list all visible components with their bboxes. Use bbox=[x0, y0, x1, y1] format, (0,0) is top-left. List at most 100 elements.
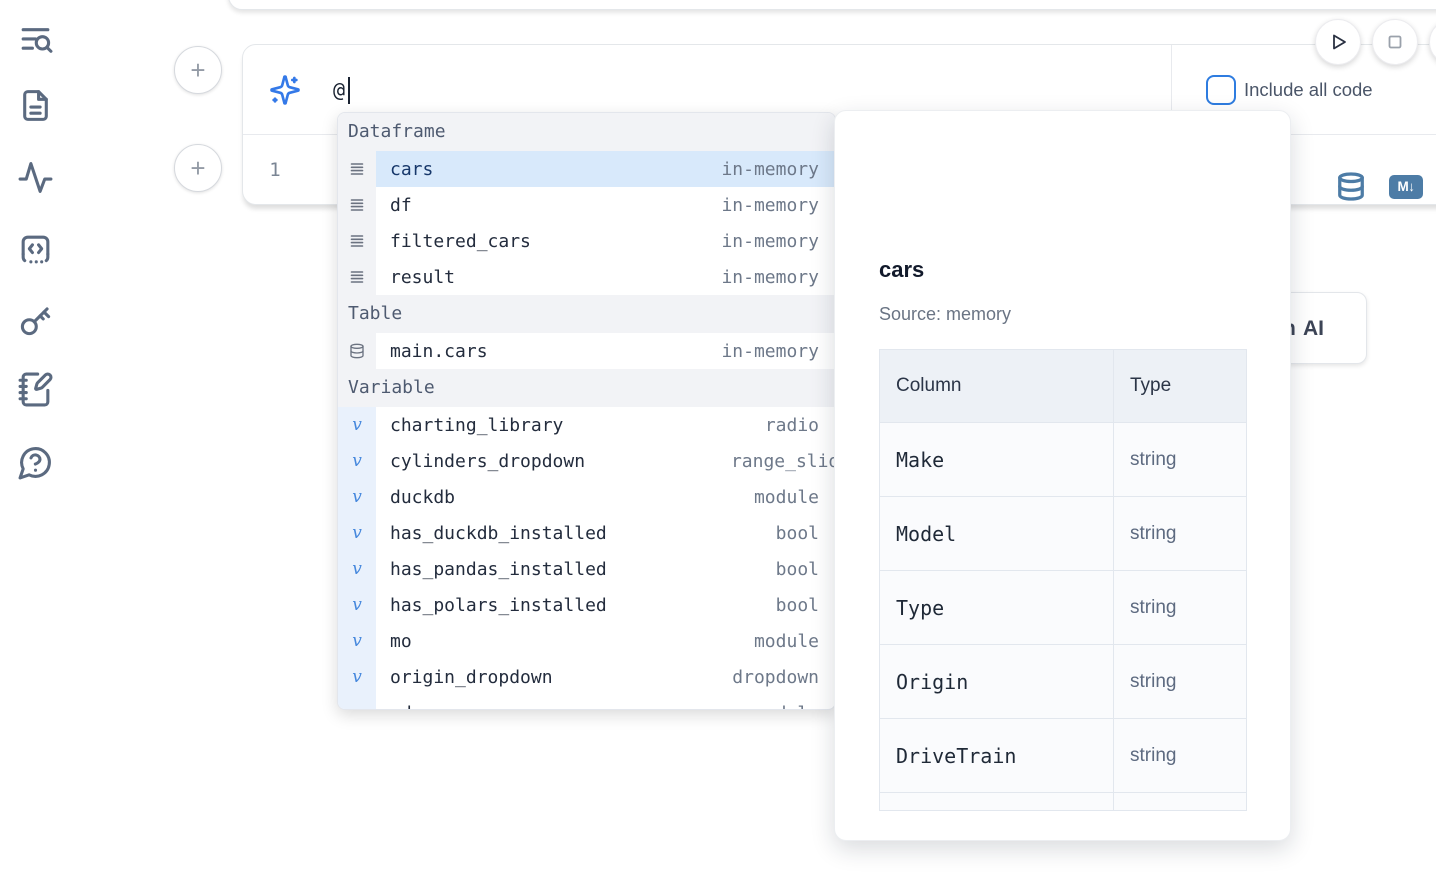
autocomplete-item-main: duckdbmodule bbox=[376, 479, 835, 515]
scratchpad-icon[interactable] bbox=[17, 371, 54, 408]
schema-column-type: string bbox=[1114, 571, 1246, 644]
run-cell-button[interactable] bbox=[1315, 19, 1361, 65]
autocomplete-item-main: cylinders_dropdownrange_slider bbox=[376, 443, 835, 479]
include-all-code-checkbox[interactable] bbox=[1206, 75, 1236, 105]
completion-name: df bbox=[390, 195, 412, 216]
schema-table-row: DriveTrainstring bbox=[880, 718, 1246, 792]
autocomplete-item-cars[interactable]: carsin-memory bbox=[338, 151, 835, 187]
play-icon bbox=[1326, 30, 1350, 54]
schema-table-row: Modelstring bbox=[880, 496, 1246, 570]
autocomplete-item-result[interactable]: result in-memory bbox=[338, 259, 835, 295]
add-cell-button-top[interactable]: + bbox=[174, 46, 222, 94]
variable-v-icon: v bbox=[338, 587, 376, 623]
schema-column-name: Make bbox=[880, 423, 1114, 496]
schema-column-name: Model bbox=[880, 497, 1114, 570]
dataframe-lines-icon bbox=[338, 223, 376, 259]
autocomplete-item-main.cars[interactable]: main.cars in-memory bbox=[338, 333, 835, 369]
completion-detail: in-memory bbox=[721, 341, 819, 362]
completion-detail: in-memory bbox=[721, 267, 819, 288]
autocomplete-item-main: origin_dropdown dropdown bbox=[376, 659, 835, 695]
code-snippet-icon[interactable] bbox=[17, 231, 54, 268]
autocomplete-item-duckdb[interactable]: vduckdbmodule bbox=[338, 479, 835, 515]
completion-name: cars bbox=[390, 159, 433, 180]
schema-column-name bbox=[880, 793, 1114, 811]
variable-v-icon: v bbox=[338, 407, 376, 443]
schema-table-row bbox=[880, 792, 1246, 811]
variable-v-icon: v bbox=[338, 443, 376, 479]
schema-column-name: Origin bbox=[880, 645, 1114, 718]
previous-cell-card bbox=[228, 0, 1436, 10]
autocomplete-item-cylinders_dropdown[interactable]: vcylinders_dropdownrange_slider bbox=[338, 443, 835, 479]
ai-button-label: AI bbox=[1303, 317, 1324, 341]
schema-table-header-type: Type bbox=[1114, 350, 1246, 422]
schema-column-type bbox=[1114, 793, 1246, 811]
autocomplete-item-filtered_cars[interactable]: filtered_cars in-memory bbox=[338, 223, 835, 259]
autocomplete-item-origin_dropdown[interactable]: vorigin_dropdowndropdown bbox=[338, 659, 835, 695]
completion-detail: radio bbox=[765, 415, 819, 436]
autocomplete-item-main: momodule bbox=[376, 623, 835, 659]
autocomplete-item-mo[interactable]: vmomodule bbox=[338, 623, 835, 659]
variable-v-icon: v bbox=[338, 695, 376, 710]
markdown-cell-icon[interactable]: M↓ bbox=[1389, 175, 1423, 199]
help-icon[interactable] bbox=[17, 444, 54, 481]
schema-column-name: Type bbox=[880, 571, 1114, 644]
dataframe-preview-popover: cars Source: memory 428 rows, 15 columns… bbox=[834, 110, 1291, 841]
autocomplete-dropdown: Dataframecarsin-memorydfin-memoryfiltere… bbox=[337, 112, 836, 710]
variable-v-icon: v bbox=[338, 551, 376, 587]
plus-icon: + bbox=[190, 153, 205, 184]
completion-detail: module bbox=[754, 487, 819, 508]
schema-column-type: string bbox=[1114, 719, 1246, 792]
completion-name: has_polars_installed bbox=[390, 595, 607, 616]
autocomplete-section-header: Variable bbox=[338, 369, 835, 407]
autocomplete-item-main: charting_library radio bbox=[376, 407, 835, 443]
completion-detail: module bbox=[754, 703, 819, 711]
schema-table-header-column: Column bbox=[880, 350, 1114, 422]
sidebar bbox=[0, 0, 70, 874]
preview-title: cars bbox=[879, 257, 924, 283]
autocomplete-section-header: Dataframe bbox=[338, 113, 835, 151]
completion-name: origin_dropdown bbox=[390, 667, 553, 688]
autocomplete-item-pd[interactable]: v pd module bbox=[338, 695, 835, 710]
completion-name: mo bbox=[390, 631, 412, 652]
autocomplete-item-charting_library[interactable]: v charting_library radio bbox=[338, 407, 835, 443]
dataframe-lines-icon bbox=[338, 187, 376, 223]
search-list-icon[interactable] bbox=[17, 22, 54, 59]
autocomplete-item-has_polars_installed[interactable]: v has_polars_installed bool bbox=[338, 587, 835, 623]
autocomplete-item-main: carsin-memory bbox=[376, 151, 835, 187]
completion-detail: bool bbox=[776, 523, 819, 544]
autocomplete-item-has_duckdb_installed[interactable]: vhas_duckdb_installedbool bbox=[338, 515, 835, 551]
sql-cell-icon[interactable] bbox=[1336, 171, 1366, 202]
autocomplete-item-df[interactable]: df in-memory bbox=[338, 187, 835, 223]
ai-sparkle-icon bbox=[269, 74, 301, 106]
schema-table-row: Originstring bbox=[880, 644, 1246, 718]
autocomplete-item-main: has_polars_installed bool bbox=[376, 587, 835, 623]
completion-detail: in-memory bbox=[721, 195, 819, 216]
stop-button[interactable] bbox=[1372, 19, 1418, 65]
autocomplete-item-has_pandas_installed[interactable]: vhas_pandas_installedbool bbox=[338, 551, 835, 587]
add-cell-button-bottom[interactable]: + bbox=[174, 144, 222, 192]
plus-icon: + bbox=[190, 55, 205, 86]
variable-v-icon: v bbox=[338, 515, 376, 551]
completion-name: filtered_cars bbox=[390, 231, 531, 252]
activity-icon[interactable] bbox=[17, 159, 54, 196]
completion-name: result bbox=[390, 267, 455, 288]
stop-icon bbox=[1383, 30, 1407, 54]
completion-detail: dropdown bbox=[732, 667, 819, 688]
text-cursor bbox=[348, 77, 350, 104]
completion-name: main.cars bbox=[390, 341, 488, 362]
completion-detail: bool bbox=[776, 559, 819, 580]
dataframe-lines-icon bbox=[338, 259, 376, 295]
autocomplete-item-main: result in-memory bbox=[376, 259, 835, 295]
line-number: 1 bbox=[263, 135, 287, 206]
completion-detail: in-memory bbox=[721, 231, 819, 252]
schema-table-row: Makestring bbox=[880, 422, 1246, 496]
key-icon[interactable] bbox=[17, 302, 54, 339]
completion-name: charting_library bbox=[390, 415, 563, 436]
database-icon bbox=[338, 333, 376, 369]
schema-column-type: string bbox=[1114, 423, 1246, 496]
completion-detail: bool bbox=[776, 595, 819, 616]
completion-name: pd bbox=[390, 703, 412, 711]
schema-column-name: DriveTrain bbox=[880, 719, 1114, 792]
schema-column-type: string bbox=[1114, 645, 1246, 718]
document-icon[interactable] bbox=[17, 87, 54, 124]
